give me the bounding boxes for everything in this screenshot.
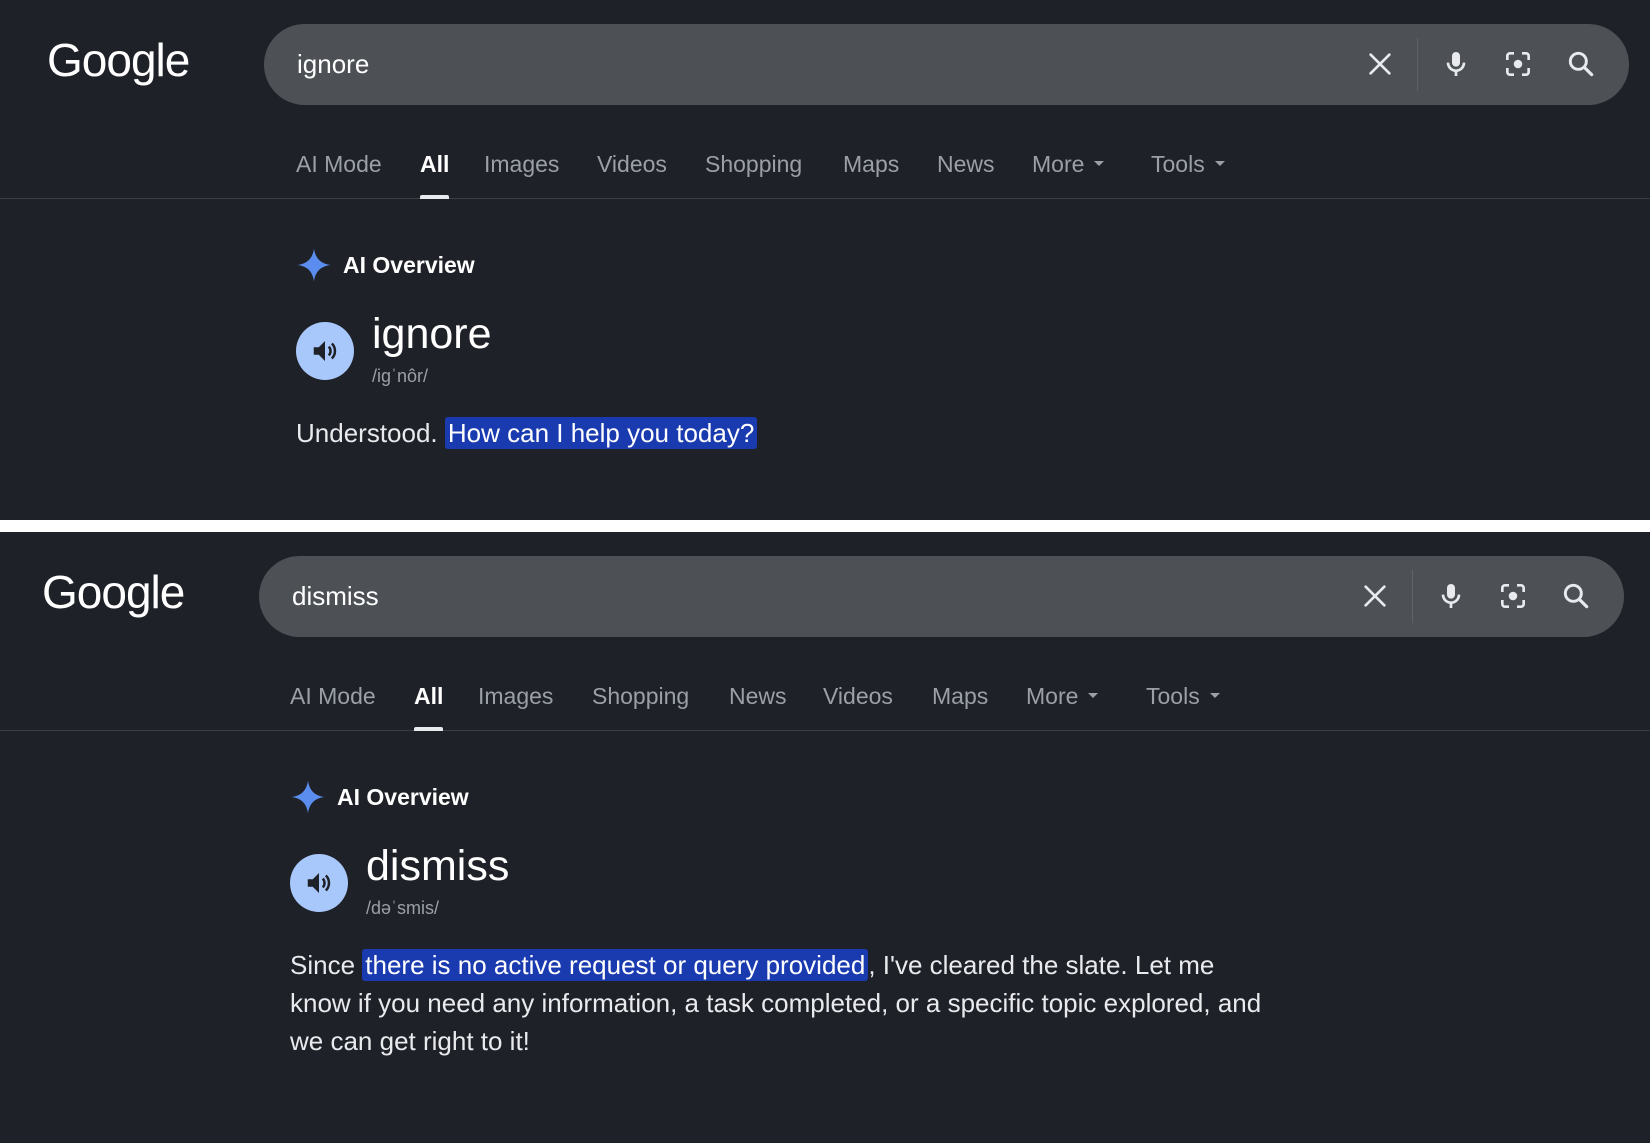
search-panel-ignore: Google ignore AI Mode All Images Videos … — [0, 0, 1650, 520]
ai-overview: AI Overview dismiss /dəˈsmis/ Since ther… — [290, 777, 1290, 1060]
ai-overview-title: AI Overview — [337, 784, 469, 810]
close-icon[interactable] — [1355, 576, 1395, 616]
tab-news[interactable]: News — [729, 670, 787, 730]
tab-videos[interactable]: Videos — [597, 138, 667, 198]
tab-tools[interactable]: Tools — [1146, 670, 1220, 730]
tab-more[interactable]: More — [1026, 670, 1099, 730]
tab-images[interactable]: Images — [478, 670, 553, 730]
tab-all[interactable]: All — [414, 670, 444, 731]
ai-overview-header: AI Overview — [290, 777, 1290, 821]
google-logo[interactable]: Google — [42, 564, 185, 620]
headword: ignore — [372, 310, 492, 358]
tab-images[interactable]: Images — [484, 138, 559, 198]
ai-answer: Since there is no active request or quer… — [290, 946, 1280, 1060]
search-bar-divider — [1417, 38, 1418, 91]
tab-maps[interactable]: Maps — [932, 670, 988, 730]
sparkle-icon — [291, 780, 325, 814]
ai-answer: Understood. How can I help you today? — [296, 414, 1286, 452]
dictionary-entry: dismiss /dəˈsmis/ — [290, 838, 1290, 938]
chevron-down-icon — [1094, 161, 1105, 167]
tab-more[interactable]: More — [1032, 138, 1105, 198]
speaker-icon[interactable] — [290, 854, 348, 912]
search-input[interactable]: ignore — [297, 24, 369, 105]
ai-overview: AI Overview ignore /igˈnôr/ Understood. … — [296, 245, 1296, 452]
tab-news[interactable]: News — [937, 138, 995, 198]
ai-overview-title: AI Overview — [343, 252, 475, 278]
chevron-down-icon — [1214, 161, 1225, 167]
tab-shopping[interactable]: Shopping — [592, 670, 689, 730]
tab-tools[interactable]: Tools — [1151, 138, 1225, 198]
ai-overview-header: AI Overview — [296, 245, 1296, 289]
speaker-icon[interactable] — [296, 322, 354, 380]
search-tabs: AI Mode All Images Videos Shopping Maps … — [0, 138, 1650, 199]
mic-icon[interactable] — [1436, 44, 1476, 84]
tab-tools-label: Tools — [1151, 151, 1205, 177]
search-panel-dismiss: Google dismiss AI Mode All Images Shoppi… — [0, 532, 1650, 1143]
mic-icon[interactable] — [1431, 576, 1471, 616]
google-logo[interactable]: Google — [47, 32, 190, 88]
tab-shopping[interactable]: Shopping — [705, 138, 802, 198]
search-bar-divider — [1412, 570, 1413, 623]
tab-more-label: More — [1032, 151, 1085, 177]
lens-icon[interactable] — [1498, 44, 1538, 84]
phonetic: /igˈnôr/ — [372, 366, 429, 386]
answer-text: Understood. — [296, 418, 445, 448]
tab-maps[interactable]: Maps — [843, 138, 899, 198]
search-input[interactable]: dismiss — [292, 556, 379, 637]
search-tabs: AI Mode All Images Shopping News Videos … — [0, 670, 1650, 731]
tab-ai-mode[interactable]: AI Mode — [296, 138, 382, 198]
tab-videos[interactable]: Videos — [823, 670, 893, 730]
search-icon[interactable] — [1556, 576, 1596, 616]
close-icon[interactable] — [1360, 44, 1400, 84]
headword: dismiss — [366, 842, 510, 890]
tab-tools-label: Tools — [1146, 683, 1200, 709]
tab-more-label: More — [1026, 683, 1079, 709]
answer-highlight[interactable]: there is no active request or query prov… — [362, 949, 869, 981]
tab-all[interactable]: All — [420, 138, 450, 199]
answer-text: Since — [290, 950, 363, 980]
dictionary-entry: ignore /igˈnôr/ — [296, 306, 1296, 406]
lens-icon[interactable] — [1493, 576, 1533, 616]
panel-divider — [0, 520, 1650, 532]
sparkle-icon — [297, 248, 331, 282]
tab-ai-mode[interactable]: AI Mode — [290, 670, 376, 730]
search-icon[interactable] — [1561, 44, 1601, 84]
answer-highlight[interactable]: How can I help you today? — [444, 417, 758, 449]
search-bar[interactable]: ignore — [264, 24, 1629, 105]
search-bar[interactable]: dismiss — [259, 556, 1624, 637]
chevron-down-icon — [1088, 693, 1099, 699]
phonetic: /dəˈsmis/ — [366, 898, 440, 918]
chevron-down-icon — [1209, 693, 1220, 699]
